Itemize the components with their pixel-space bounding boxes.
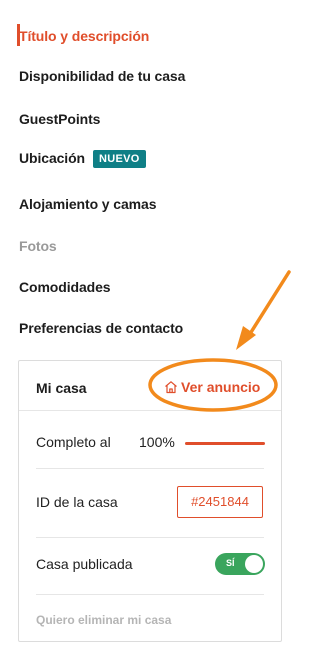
nav-item-label: Ubicación: [19, 150, 86, 166]
home-icon: [165, 381, 177, 394]
pointer-arrow-shaft: [246, 270, 291, 339]
nav-item-contact-preferences[interactable]: Preferencias de contacto: [19, 320, 183, 336]
nav-item-accommodation-beds[interactable]: Alojamiento y camas: [19, 196, 156, 212]
pointer-arrow-head: [236, 326, 256, 350]
complete-label: Completo al: [36, 434, 111, 450]
nav-item-amenities[interactable]: Comodidades: [19, 279, 111, 295]
home-id-label: ID de la casa: [36, 494, 118, 510]
view-listing-label: Ver anuncio: [181, 379, 261, 395]
home-id-value: #2451844: [177, 486, 263, 518]
complete-value: 100%: [139, 434, 175, 450]
nav-item-location[interactable]: Ubicación NUEVO: [19, 150, 146, 168]
toggle-text: SÍ: [226, 558, 235, 568]
nav-item-availability[interactable]: Disponibilidad de tu casa: [19, 68, 185, 84]
published-toggle[interactable]: SÍ: [215, 553, 265, 575]
nav-item-guestpoints[interactable]: GuestPoints: [19, 111, 100, 127]
card-title: Mi casa: [36, 380, 87, 396]
delete-home-link[interactable]: Quiero eliminar mi casa: [36, 613, 171, 627]
completion-progress-fill: [185, 442, 265, 445]
divider: [36, 468, 264, 469]
view-listing-link[interactable]: Ver anuncio: [164, 379, 260, 395]
toggle-knob: [245, 555, 263, 573]
completion-progress-bar: [185, 442, 265, 445]
nav-item-photos[interactable]: Fotos: [19, 238, 57, 254]
new-badge: NUEVO: [93, 150, 146, 168]
my-home-card: Mi casa Ver anuncio Completo al 100% ID …: [18, 360, 282, 642]
divider: [36, 537, 264, 538]
divider: [36, 594, 264, 595]
published-label: Casa publicada: [36, 556, 133, 572]
nav-item-title-description[interactable]: Título y descripción: [19, 28, 149, 44]
divider: [19, 410, 281, 411]
